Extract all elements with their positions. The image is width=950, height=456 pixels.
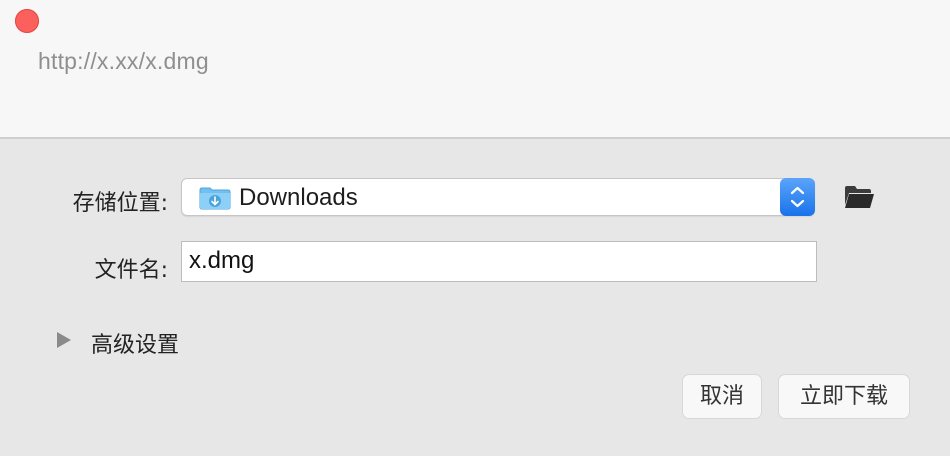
close-icon[interactable]: [15, 9, 39, 33]
stepper-updown-icon[interactable]: [780, 178, 815, 216]
download-dialog: http://x.xx/x.dmg 存储位置: Downloads 文件名: x…: [0, 0, 950, 456]
download-url: http://x.xx/x.dmg: [38, 48, 209, 74]
disclosure-triangle-icon: [57, 332, 71, 348]
cancel-button[interactable]: 取消: [683, 375, 761, 418]
download-now-button[interactable]: 立即下载: [779, 375, 909, 418]
location-label: 存储位置:: [72, 191, 168, 216]
advanced-settings-toggle[interactable]: 高级设置: [57, 327, 217, 358]
header-area: http://x.xx/x.dmg: [0, 0, 950, 139]
location-select[interactable]: Downloads: [181, 178, 815, 216]
advanced-settings-label: 高级设置: [91, 333, 180, 358]
location-value: Downloads: [239, 184, 358, 211]
folder-icon[interactable]: [843, 183, 875, 211]
downloads-folder-icon: [199, 187, 231, 210]
filename-label: 文件名:: [94, 258, 168, 283]
filename-field[interactable]: x.dmg: [181, 241, 817, 282]
